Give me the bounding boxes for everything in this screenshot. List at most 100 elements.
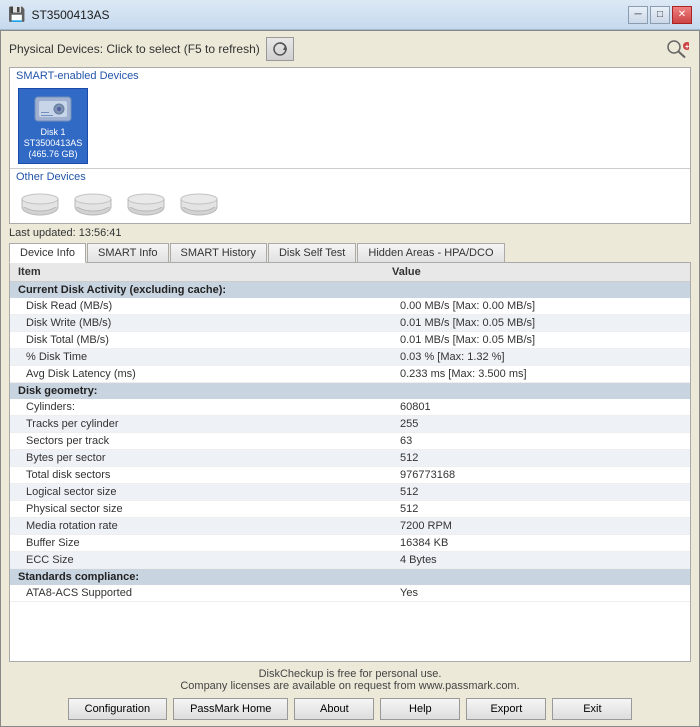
item-cell: Avg Disk Latency (ms): [10, 366, 384, 383]
section-label: Standards compliance:: [10, 569, 690, 586]
title-bar-left: 💾 ST3500413AS: [8, 6, 110, 23]
item-cell: ECC Size: [10, 552, 384, 569]
device-info-table: Item Value Current Disk Activity (exclud…: [10, 263, 690, 602]
item-cell: Bytes per sector: [10, 450, 384, 467]
refresh-icon: [271, 40, 289, 58]
value-cell: 255: [384, 416, 690, 433]
tab-smart-history[interactable]: SMART History: [170, 243, 267, 263]
title-bar-buttons: ─ □ ✕: [628, 6, 692, 24]
value-cell: 0.01 MB/s [Max: 0.05 MB/s]: [384, 332, 690, 349]
main-window: Physical Devices: Click to select (F5 to…: [0, 30, 700, 727]
value-cell: 512: [384, 501, 690, 518]
value-cell: 4 Bytes: [384, 552, 690, 569]
table-row: Physical sector size512: [10, 501, 690, 518]
device-panel: SMART-enabled Devices Disk 1 ST3500413AS…: [9, 67, 691, 224]
item-cell: Disk Total (MB/s): [10, 332, 384, 349]
item-cell: Total disk sectors: [10, 467, 384, 484]
exit-button[interactable]: Exit: [552, 698, 632, 720]
table-row: Standards compliance:: [10, 569, 690, 586]
other-device-4[interactable]: [177, 189, 222, 219]
tab-disk-self-test[interactable]: Disk Self Test: [268, 243, 356, 263]
table-row: Tracks per cylinder255: [10, 416, 690, 433]
table-row: Disk Read (MB/s)0.00 MB/s [Max: 0.00 MB/…: [10, 298, 690, 315]
footer-buttons: Configuration PassMark Home About Help E…: [9, 698, 691, 720]
about-button[interactable]: About: [294, 698, 374, 720]
other-device-2[interactable]: [71, 189, 116, 219]
device-panel-scroll[interactable]: SMART-enabled Devices Disk 1 ST3500413AS…: [10, 68, 690, 223]
footer: DiskCheckup is free for personal use. Co…: [1, 662, 699, 726]
table-row: Logical sector size512: [10, 484, 690, 501]
help-button[interactable]: Help: [380, 698, 460, 720]
item-cell: Buffer Size: [10, 535, 384, 552]
table-row: Disk geometry:: [10, 383, 690, 400]
app-icon: 💾: [8, 6, 25, 23]
footer-line2: Company licenses are available on reques…: [180, 680, 519, 692]
value-cell: 0.03 % [Max: 1.32 %]: [384, 349, 690, 366]
value-cell: 7200 RPM: [384, 518, 690, 535]
table-header-row: Item Value: [10, 263, 690, 282]
last-updated: Last updated: 13:56:41: [1, 224, 699, 242]
footer-line1: DiskCheckup is free for personal use.: [259, 668, 442, 680]
svg-text:+: +: [685, 44, 689, 51]
tab-smart-info[interactable]: SMART Info: [87, 243, 169, 263]
value-cell: 16384 KB: [384, 535, 690, 552]
item-cell: % Disk Time: [10, 349, 384, 366]
section-label: Disk geometry:: [10, 383, 690, 400]
table-row: % Disk Time0.03 % [Max: 1.32 %]: [10, 349, 690, 366]
toolbar-label: Physical Devices: Click to select (F5 to…: [9, 42, 260, 56]
passmark-home-button[interactable]: PassMark Home: [173, 698, 288, 720]
other-device-3[interactable]: [124, 189, 169, 219]
tab-hidden-areas[interactable]: Hidden Areas - HPA/DCO: [357, 243, 504, 263]
other-device-1[interactable]: [18, 189, 63, 219]
table-row: Sectors per track63: [10, 433, 690, 450]
col-item-header: Item: [10, 263, 384, 282]
smart-device-list: Disk 1 ST3500413AS (465.76 GB): [10, 84, 690, 168]
table-row: ECC Size4 Bytes: [10, 552, 690, 569]
item-cell: Sectors per track: [10, 433, 384, 450]
table-row: Cylinders:60801: [10, 399, 690, 416]
value-cell: 976773168: [384, 467, 690, 484]
item-cell: Disk Write (MB/s): [10, 315, 384, 332]
table-row: Total disk sectors976773168: [10, 467, 690, 484]
value-cell: 0.01 MB/s [Max: 0.05 MB/s]: [384, 315, 690, 332]
table-row: Disk Total (MB/s)0.01 MB/s [Max: 0.05 MB…: [10, 332, 690, 349]
value-cell: 0.233 ms [Max: 3.500 ms]: [384, 366, 690, 383]
device-name-line3: (465.76 GB): [28, 149, 77, 160]
device-name-line1: Disk 1: [40, 127, 65, 138]
device-name-line2: ST3500413AS: [24, 138, 83, 149]
value-cell: 512: [384, 450, 690, 467]
close-button[interactable]: ✕: [672, 6, 692, 24]
value-cell: 60801: [384, 399, 690, 416]
maximize-button[interactable]: □: [650, 6, 670, 24]
device-item-disk1[interactable]: Disk 1 ST3500413AS (465.76 GB): [18, 88, 88, 164]
title-bar: 💾 ST3500413AS ─ □ ✕: [0, 0, 700, 30]
item-cell: Physical sector size: [10, 501, 384, 518]
value-cell: 63: [384, 433, 690, 450]
search-button[interactable]: +: [663, 37, 691, 61]
configuration-button[interactable]: Configuration: [68, 698, 167, 720]
footer-text: DiskCheckup is free for personal use. Co…: [9, 668, 691, 692]
tab-device-info[interactable]: Device Info: [9, 243, 86, 263]
item-cell: Tracks per cylinder: [10, 416, 384, 433]
item-cell: Logical sector size: [10, 484, 384, 501]
item-cell: ATA8-ACS Supported: [10, 585, 384, 602]
value-cell: 512: [384, 484, 690, 501]
col-value-header: Value: [384, 263, 690, 282]
table-row: Current Disk Activity (excluding cache):: [10, 282, 690, 299]
export-button[interactable]: Export: [466, 698, 546, 720]
table-row: Media rotation rate7200 RPM: [10, 518, 690, 535]
item-cell: Cylinders:: [10, 399, 384, 416]
table-row: Disk Write (MB/s)0.01 MB/s [Max: 0.05 MB…: [10, 315, 690, 332]
table-scroll[interactable]: Item Value Current Disk Activity (exclud…: [10, 263, 690, 661]
item-cell: Media rotation rate: [10, 518, 384, 535]
content-area: Item Value Current Disk Activity (exclud…: [9, 262, 691, 662]
search-icon: +: [665, 38, 689, 60]
disk-icon: [33, 93, 73, 125]
section-label: Current Disk Activity (excluding cache):: [10, 282, 690, 299]
table-row: ATA8-ACS SupportedYes: [10, 585, 690, 602]
table-row: Avg Disk Latency (ms)0.233 ms [Max: 3.50…: [10, 366, 690, 383]
toolbar-left: Physical Devices: Click to select (F5 to…: [9, 37, 294, 61]
other-device-list: [10, 185, 690, 223]
refresh-button[interactable]: [266, 37, 294, 61]
minimize-button[interactable]: ─: [628, 6, 648, 24]
